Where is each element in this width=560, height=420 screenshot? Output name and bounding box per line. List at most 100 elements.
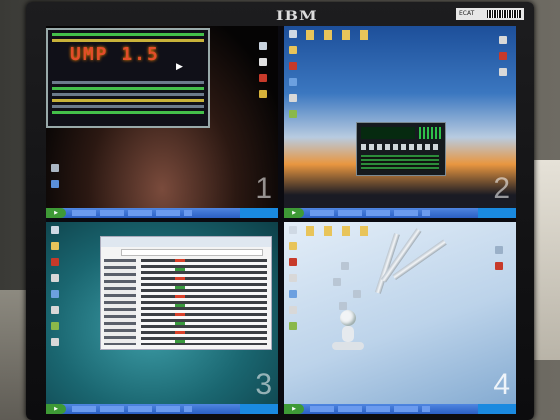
desktop-icon[interactable] xyxy=(51,274,59,282)
terminal-line xyxy=(52,105,204,108)
system-tray[interactable] xyxy=(240,208,278,218)
desktop-icon[interactable] xyxy=(289,306,297,314)
desktop-icon[interactable] xyxy=(289,94,297,102)
desktop-icon[interactable] xyxy=(499,36,507,44)
desktop-icon-row[interactable] xyxy=(306,226,376,236)
quadrant-number: 2 xyxy=(493,172,510,205)
equalizer[interactable] xyxy=(419,127,441,139)
taskbar: ▶ xyxy=(46,404,278,414)
quadrant-number: 4 xyxy=(493,368,510,401)
desktop-icon[interactable] xyxy=(289,78,297,86)
barcode xyxy=(487,10,521,18)
desktop-icon[interactable] xyxy=(289,30,297,38)
desktop-quadrant-2[interactable]: 2 ▶ xyxy=(284,26,516,218)
navigation-pane[interactable] xyxy=(104,259,136,345)
quadrant-number: 3 xyxy=(255,368,272,401)
desktop-icon[interactable] xyxy=(289,242,297,250)
screen: UMP 1.5 ▶ 1 ▶ 2 ▶ 3 ▶ 4 ▶ xyxy=(46,26,516,414)
player-display xyxy=(361,127,415,139)
desktop-icons xyxy=(286,226,300,338)
desktop-icons xyxy=(48,226,62,354)
file-type-tags xyxy=(175,259,185,345)
terminal-line xyxy=(52,99,204,102)
desktop-icon[interactable] xyxy=(51,242,59,250)
wallpaper-figure xyxy=(328,294,368,364)
desktop-icon[interactable] xyxy=(51,226,59,234)
figure-legs xyxy=(332,342,364,350)
quadrant-number: 1 xyxy=(255,172,272,205)
terminal-line xyxy=(52,93,204,96)
system-tray[interactable] xyxy=(478,208,516,218)
desktop-icon[interactable] xyxy=(51,164,59,172)
file-explorer-window[interactable] xyxy=(100,236,272,350)
desktop-icon[interactable] xyxy=(289,258,297,266)
desktop-icon[interactable] xyxy=(341,262,349,270)
desktop-icon[interactable] xyxy=(259,42,267,50)
figure-body xyxy=(342,326,354,342)
desktop-icon[interactable] xyxy=(51,290,59,298)
terminal-banner: UMP 1.5 xyxy=(70,44,160,65)
terminal-line xyxy=(52,87,204,90)
taskbar-buttons[interactable] xyxy=(310,210,430,216)
desktop-icons xyxy=(48,164,62,196)
desktop-icon[interactable] xyxy=(51,180,59,188)
monitor: IBM ECAT UMP 1.5 ▶ 1 ▶ 2 ▶ 3 ▶ 4 ▶ xyxy=(26,2,534,420)
desktop-icons xyxy=(496,36,510,84)
system-tray[interactable] xyxy=(478,404,516,414)
start-button[interactable]: ▶ xyxy=(46,208,66,218)
desktop-icon[interactable] xyxy=(289,62,297,70)
desktop-icon[interactable] xyxy=(499,52,507,60)
desktop-icon[interactable] xyxy=(499,68,507,76)
desktop-icon[interactable] xyxy=(51,306,59,314)
taskbar: ▶ xyxy=(284,404,516,414)
desktop-icon[interactable] xyxy=(333,278,341,286)
terminal-window[interactable]: UMP 1.5 ▶ xyxy=(46,28,210,128)
figure-head xyxy=(340,310,356,326)
file-list[interactable] xyxy=(141,259,267,345)
terminal-line xyxy=(52,39,204,42)
desktop-icon[interactable] xyxy=(289,226,297,234)
desktop-icon[interactable] xyxy=(259,74,267,82)
terminal-line xyxy=(52,111,204,114)
brand-logo: IBM xyxy=(276,7,318,24)
desktop-icon-row[interactable] xyxy=(306,30,376,40)
start-button[interactable]: ▶ xyxy=(284,404,304,414)
start-button[interactable]: ▶ xyxy=(46,404,66,414)
address-bar[interactable] xyxy=(121,249,263,256)
desktop-icon[interactable] xyxy=(289,322,297,330)
taskbar: ▶ xyxy=(284,208,516,218)
desktop-icon[interactable] xyxy=(495,246,503,254)
desktop-quadrant-1[interactable]: UMP 1.5 ▶ 1 ▶ xyxy=(46,26,278,218)
desktop-icon[interactable] xyxy=(259,90,267,98)
desktop-quadrant-4[interactable]: 4 ▶ xyxy=(284,222,516,414)
desktop-icon[interactable] xyxy=(51,338,59,346)
desktop-quadrant-3[interactable]: 3 ▶ xyxy=(46,222,278,414)
desktop-icon[interactable] xyxy=(51,322,59,330)
desktop-icon[interactable] xyxy=(259,58,267,66)
explorer-title-bar[interactable] xyxy=(101,237,271,247)
taskbar: ▶ xyxy=(46,208,278,218)
desktop-icon[interactable] xyxy=(289,290,297,298)
desktop-icons xyxy=(286,30,300,126)
media-player-window[interactable] xyxy=(356,122,446,176)
mouse-pointer-icon: ▶ xyxy=(176,62,183,72)
paper-stack xyxy=(532,160,560,360)
taskbar-buttons[interactable] xyxy=(72,210,192,216)
desktop-icon[interactable] xyxy=(51,258,59,266)
terminal-line xyxy=(52,81,204,84)
taskbar-buttons[interactable] xyxy=(310,406,430,412)
start-button[interactable]: ▶ xyxy=(284,208,304,218)
taskbar-buttons[interactable] xyxy=(72,406,192,412)
desktop-icon[interactable] xyxy=(289,110,297,118)
playback-controls[interactable] xyxy=(361,144,439,150)
desktop-icon[interactable] xyxy=(495,262,503,270)
desktop-icons xyxy=(492,246,506,278)
desktop-icons xyxy=(256,42,270,106)
system-tray[interactable] xyxy=(240,404,278,414)
terminal-line xyxy=(52,33,204,36)
desktop-icon[interactable] xyxy=(289,274,297,282)
asset-label: ECAT xyxy=(456,8,524,20)
playlist[interactable] xyxy=(361,155,439,170)
desktop-icon[interactable] xyxy=(289,46,297,54)
asset-label-text: ECAT xyxy=(459,10,475,17)
